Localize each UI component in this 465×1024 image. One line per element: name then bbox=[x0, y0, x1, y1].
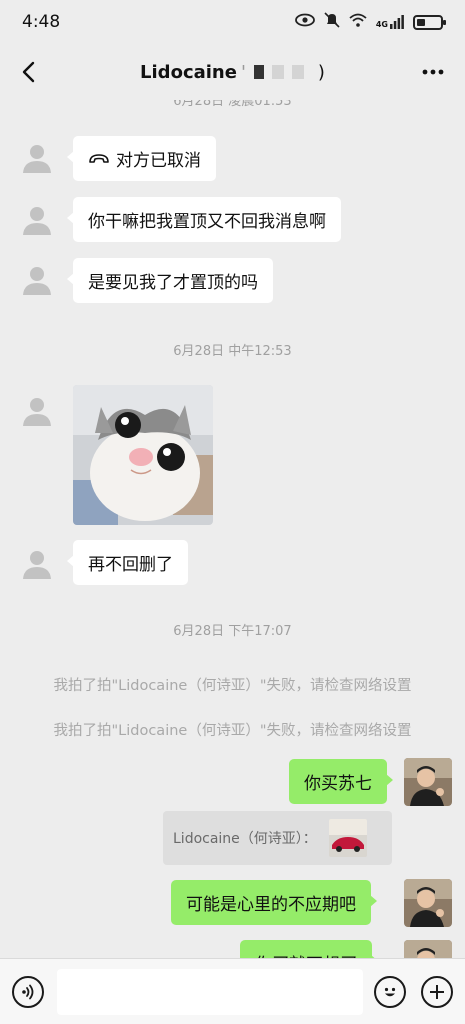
default-avatar-icon bbox=[23, 398, 51, 426]
message-bubble[interactable]: 是要见我了才置顶的吗 bbox=[67, 258, 273, 303]
avatar[interactable] bbox=[18, 545, 56, 583]
quote-text: Lidocaine（何诗亚）： bbox=[173, 831, 317, 847]
chevron-left-icon bbox=[22, 61, 35, 83]
plus-button[interactable] bbox=[421, 976, 453, 1008]
message-text: 你买苏七 bbox=[304, 774, 372, 794]
profile-photo-icon bbox=[404, 940, 452, 958]
message-text: 是要见我了才置顶的吗 bbox=[88, 273, 258, 293]
eye-icon bbox=[294, 13, 315, 31]
status-bar: 4:48 4G bbox=[0, 0, 465, 44]
more-button[interactable] bbox=[419, 58, 447, 86]
default-avatar-icon bbox=[23, 551, 51, 579]
avatar[interactable] bbox=[18, 392, 56, 430]
message-text: 你干嘛把我置顶又不回我消息啊 bbox=[88, 212, 326, 232]
status-icons: 4G bbox=[294, 12, 446, 32]
my-message-bubble[interactable]: 你买苏七 bbox=[289, 759, 393, 804]
profile-photo-icon bbox=[404, 758, 452, 806]
battery-icon bbox=[413, 14, 446, 30]
message-text: 再不回删了 bbox=[88, 555, 173, 575]
redacted-block bbox=[271, 65, 284, 79]
my-avatar[interactable] bbox=[404, 940, 452, 958]
emoji-icon bbox=[384, 987, 396, 997]
avatar[interactable] bbox=[18, 201, 56, 239]
system-message: 我拍了拍"Lidocaine（何诗亚）"失败，请检查网络设置 bbox=[53, 678, 412, 694]
default-avatar-icon bbox=[23, 207, 51, 235]
avatar[interactable] bbox=[18, 261, 56, 299]
profile-photo-icon bbox=[404, 879, 452, 927]
system-message: 我拍了拍"Lidocaine（何诗亚）"失败，请检查网络设置 bbox=[53, 723, 412, 739]
time-label: 6月28日 中午12:53 bbox=[173, 344, 292, 359]
quote-message[interactable]: Lidocaine（何诗亚）： bbox=[163, 811, 392, 865]
message-input[interactable] bbox=[57, 969, 363, 1015]
cat-photo-icon bbox=[73, 385, 213, 525]
avatar[interactable] bbox=[18, 139, 56, 177]
status-time: 4:48 bbox=[22, 12, 61, 32]
message-bubble[interactable]: 再不回删了 bbox=[67, 540, 188, 585]
image-message[interactable] bbox=[73, 385, 213, 525]
back-button[interactable] bbox=[14, 58, 42, 86]
wifi-icon bbox=[349, 13, 367, 31]
default-avatar-icon bbox=[23, 145, 51, 173]
more-dots-icon bbox=[422, 69, 444, 75]
my-message-bubble[interactable]: 可能是心里的不应期吧 bbox=[171, 880, 377, 925]
message-text: 你买就不想买 bbox=[255, 950, 357, 958]
quote-thumbnail bbox=[328, 819, 367, 857]
input-bar bbox=[0, 958, 465, 1024]
message-bubble[interactable]: 你干嘛把我置顶又不回我消息啊 bbox=[67, 197, 341, 242]
phone-hangup-icon bbox=[88, 153, 110, 165]
voice-button[interactable] bbox=[12, 976, 44, 1008]
emoji-button[interactable] bbox=[374, 976, 406, 1008]
message-text: 对方已取消 bbox=[116, 151, 201, 171]
my-avatar[interactable] bbox=[404, 758, 452, 806]
redacted-block bbox=[253, 65, 264, 79]
nav-bar: Lidocaine ' ) bbox=[0, 44, 465, 100]
my-message-bubble[interactable]: 你买就不想买 bbox=[240, 940, 378, 958]
default-avatar-icon bbox=[23, 267, 51, 295]
chat-title: Lidocaine ' ) bbox=[140, 61, 325, 83]
plus-icon bbox=[430, 985, 444, 999]
chat-title-name: Lidocaine bbox=[140, 61, 237, 83]
voice-icon bbox=[22, 984, 34, 1000]
time-label: 6月28日 下午17:07 bbox=[173, 624, 292, 639]
chat-area[interactable]: 6月28日 凌晨01:53 对方已取消 你干嘛把我置顶又不回我消息啊 是要见我了… bbox=[0, 100, 465, 958]
mute-bell-icon bbox=[324, 12, 340, 32]
redacted-block bbox=[291, 65, 304, 79]
time-label: 6月28日 凌晨01:53 bbox=[173, 100, 292, 109]
chat-title-suffix: ) bbox=[317, 61, 325, 83]
my-avatar[interactable] bbox=[404, 879, 452, 927]
signal-4g-icon: 4G bbox=[376, 15, 404, 29]
message-text: 可能是心里的不应期吧 bbox=[186, 895, 356, 915]
message-bubble[interactable]: 对方已取消 bbox=[67, 136, 216, 181]
